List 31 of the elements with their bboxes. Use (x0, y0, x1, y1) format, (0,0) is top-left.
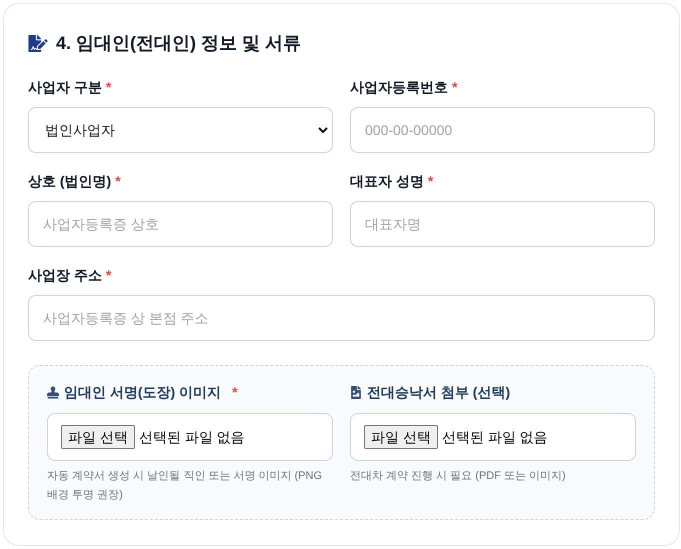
file-status-text: 선택된 파일 없음 (138, 428, 245, 446)
field-label: 사업자 구분 (28, 78, 102, 97)
file-status-text: 선택된 파일 없음 (442, 428, 548, 446)
choose-file-button[interactable]: 파일 선택 (61, 425, 135, 449)
upload-label: 전대승낙서 첨부 (선택) (367, 383, 510, 402)
choose-file-button[interactable]: 파일 선택 (364, 425, 438, 449)
upload-label: 임대인 서명(도장) 이미지 (64, 383, 222, 402)
required-mark: * (232, 383, 238, 402)
file-input[interactable]: 파일 선택 선택된 파일 없음 (350, 413, 636, 461)
section-title: 4. 임대인(전대인) 정보 및 서류 (56, 32, 302, 55)
required-mark: * (452, 78, 458, 97)
input-field[interactable]: 사업자등록증 상 본점 주소 (28, 295, 655, 341)
field-label: 사업자등록번호 (350, 78, 448, 97)
stamp-icon (47, 386, 59, 399)
select-field[interactable]: 법인사업자 (28, 107, 333, 153)
file-image-icon (350, 386, 362, 399)
field-label: 상호 (법인명) (28, 172, 112, 191)
file-input[interactable]: 파일 선택 선택된 파일 없음 (47, 413, 333, 461)
required-mark: * (428, 172, 434, 191)
input-field[interactable]: 000-00-00000 (350, 107, 655, 153)
signature-document-icon (28, 35, 48, 52)
chevron-down-icon (318, 126, 328, 134)
help-text: 자동 계약서 생성 시 날인될 직인 또는 서명 이미지 (PNG 배경 투명 권장) (47, 469, 324, 503)
required-mark: * (106, 78, 112, 97)
field-label: 대표자 성명 (350, 172, 424, 191)
input-field[interactable]: 대표자명 (350, 201, 655, 247)
required-mark: * (106, 266, 112, 285)
field-label: 사업장 주소 (28, 266, 102, 285)
help-text: 전대차 계약 진행 시 필요 (PDF 또는 이미지) (350, 469, 567, 484)
required-mark: * (115, 172, 121, 191)
input-field[interactable]: 사업자등록증 상호 (28, 201, 333, 247)
